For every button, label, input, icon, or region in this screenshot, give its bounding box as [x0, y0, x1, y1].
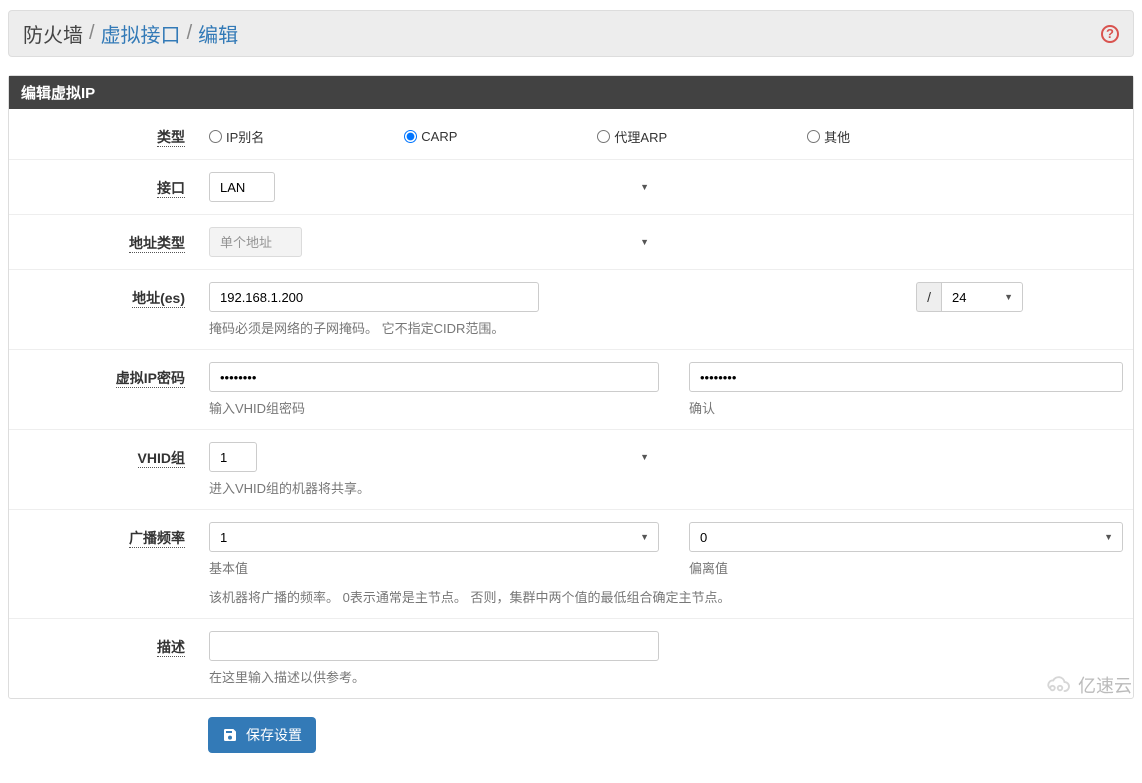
save-button[interactable]: 保存设置	[208, 717, 316, 753]
adv-desc-help: 该机器将广播的频率。 0表示通常是主节点。 否则，集群中两个值的最低组合确定主节…	[209, 587, 1123, 606]
radio-other-input[interactable]	[807, 130, 820, 143]
page-header: 防火墙 / 虚拟接口 / 编辑 ?	[8, 10, 1134, 57]
row-type: 类型 IP别名 CARP 代理ARP	[9, 109, 1133, 159]
vhid-select[interactable]: 1	[209, 442, 257, 472]
label-descr: 描述	[157, 639, 185, 657]
label-vhid: VHID组	[138, 450, 185, 468]
cidr-select[interactable]: 24	[941, 282, 1023, 312]
password-confirm-input[interactable]	[689, 362, 1123, 392]
adv-skew-select[interactable]: 0	[689, 522, 1123, 552]
breadcrumb-firewall: 防火墙	[23, 19, 83, 48]
label-type: 类型	[157, 129, 185, 147]
adv-base-select[interactable]: 1	[209, 522, 659, 552]
edit-vip-panel: 编辑虚拟IP 类型 IP别名 CARP 代理ARP	[8, 75, 1134, 699]
radio-ipalias-input[interactable]	[209, 130, 222, 143]
breadcrumb: 防火墙 / 虚拟接口 / 编辑	[23, 19, 238, 48]
descr-help: 在这里输入描述以供参考。	[209, 667, 1123, 686]
label-adv: 广播频率	[129, 530, 185, 548]
interface-select[interactable]: LAN	[209, 172, 275, 202]
row-descr: 描述 在这里输入描述以供参考。	[9, 618, 1133, 698]
radio-carp-input[interactable]	[404, 130, 417, 143]
address-help: 掩码必须是网络的子网掩码。 它不指定CIDR范围。	[209, 318, 1123, 337]
panel-title: 编辑虚拟IP	[9, 76, 1133, 109]
row-addr-type: 地址类型 单个地址	[9, 214, 1133, 269]
address-input[interactable]	[209, 282, 539, 312]
radio-carp[interactable]: CARP	[404, 127, 457, 146]
row-password: 虚拟IP密码 输入VHID组密码 确认	[9, 349, 1133, 429]
watermark: 亿速云	[1042, 672, 1132, 698]
cidr-separator: /	[916, 282, 941, 312]
help-icon[interactable]: ?	[1101, 25, 1119, 43]
adv-skew-help: 偏离值	[689, 558, 1123, 577]
radio-other[interactable]: 其他	[807, 127, 850, 146]
breadcrumb-edit[interactable]: 编辑	[198, 19, 238, 48]
label-password: 虚拟IP密码	[116, 370, 185, 388]
save-button-label: 保存设置	[246, 725, 302, 745]
breadcrumb-virtual-ip[interactable]: 虚拟接口	[101, 19, 181, 48]
row-interface: 接口 LAN	[9, 159, 1133, 214]
adv-base-help: 基本值	[209, 558, 659, 577]
row-adv: 广播频率 1 基本值 0	[9, 509, 1133, 618]
type-radio-group: IP别名 CARP 代理ARP 其他	[209, 121, 1123, 146]
radio-ipalias[interactable]: IP别名	[209, 127, 264, 146]
save-area: 保存设置	[8, 717, 1134, 753]
label-addr-type: 地址类型	[129, 235, 185, 253]
addr-type-select: 单个地址	[209, 227, 302, 257]
password-input[interactable]	[209, 362, 659, 392]
label-interface: 接口	[157, 180, 185, 198]
password-confirm-help: 确认	[689, 398, 1123, 417]
row-vhid: VHID组 1 进入VHID组的机器将共享。	[9, 429, 1133, 509]
password-help: 输入VHID组密码	[209, 398, 659, 417]
save-icon	[222, 727, 238, 743]
cloud-icon	[1042, 675, 1072, 695]
row-address: 地址(es) / 24 掩码必须是网络的子网掩码。 它不指定CIDR范围。	[9, 269, 1133, 349]
radio-proxyarp[interactable]: 代理ARP	[597, 127, 667, 146]
vhid-help: 进入VHID组的机器将共享。	[209, 478, 1123, 497]
label-address: 地址(es)	[132, 290, 185, 308]
radio-proxyarp-input[interactable]	[597, 130, 610, 143]
descr-input[interactable]	[209, 631, 659, 661]
